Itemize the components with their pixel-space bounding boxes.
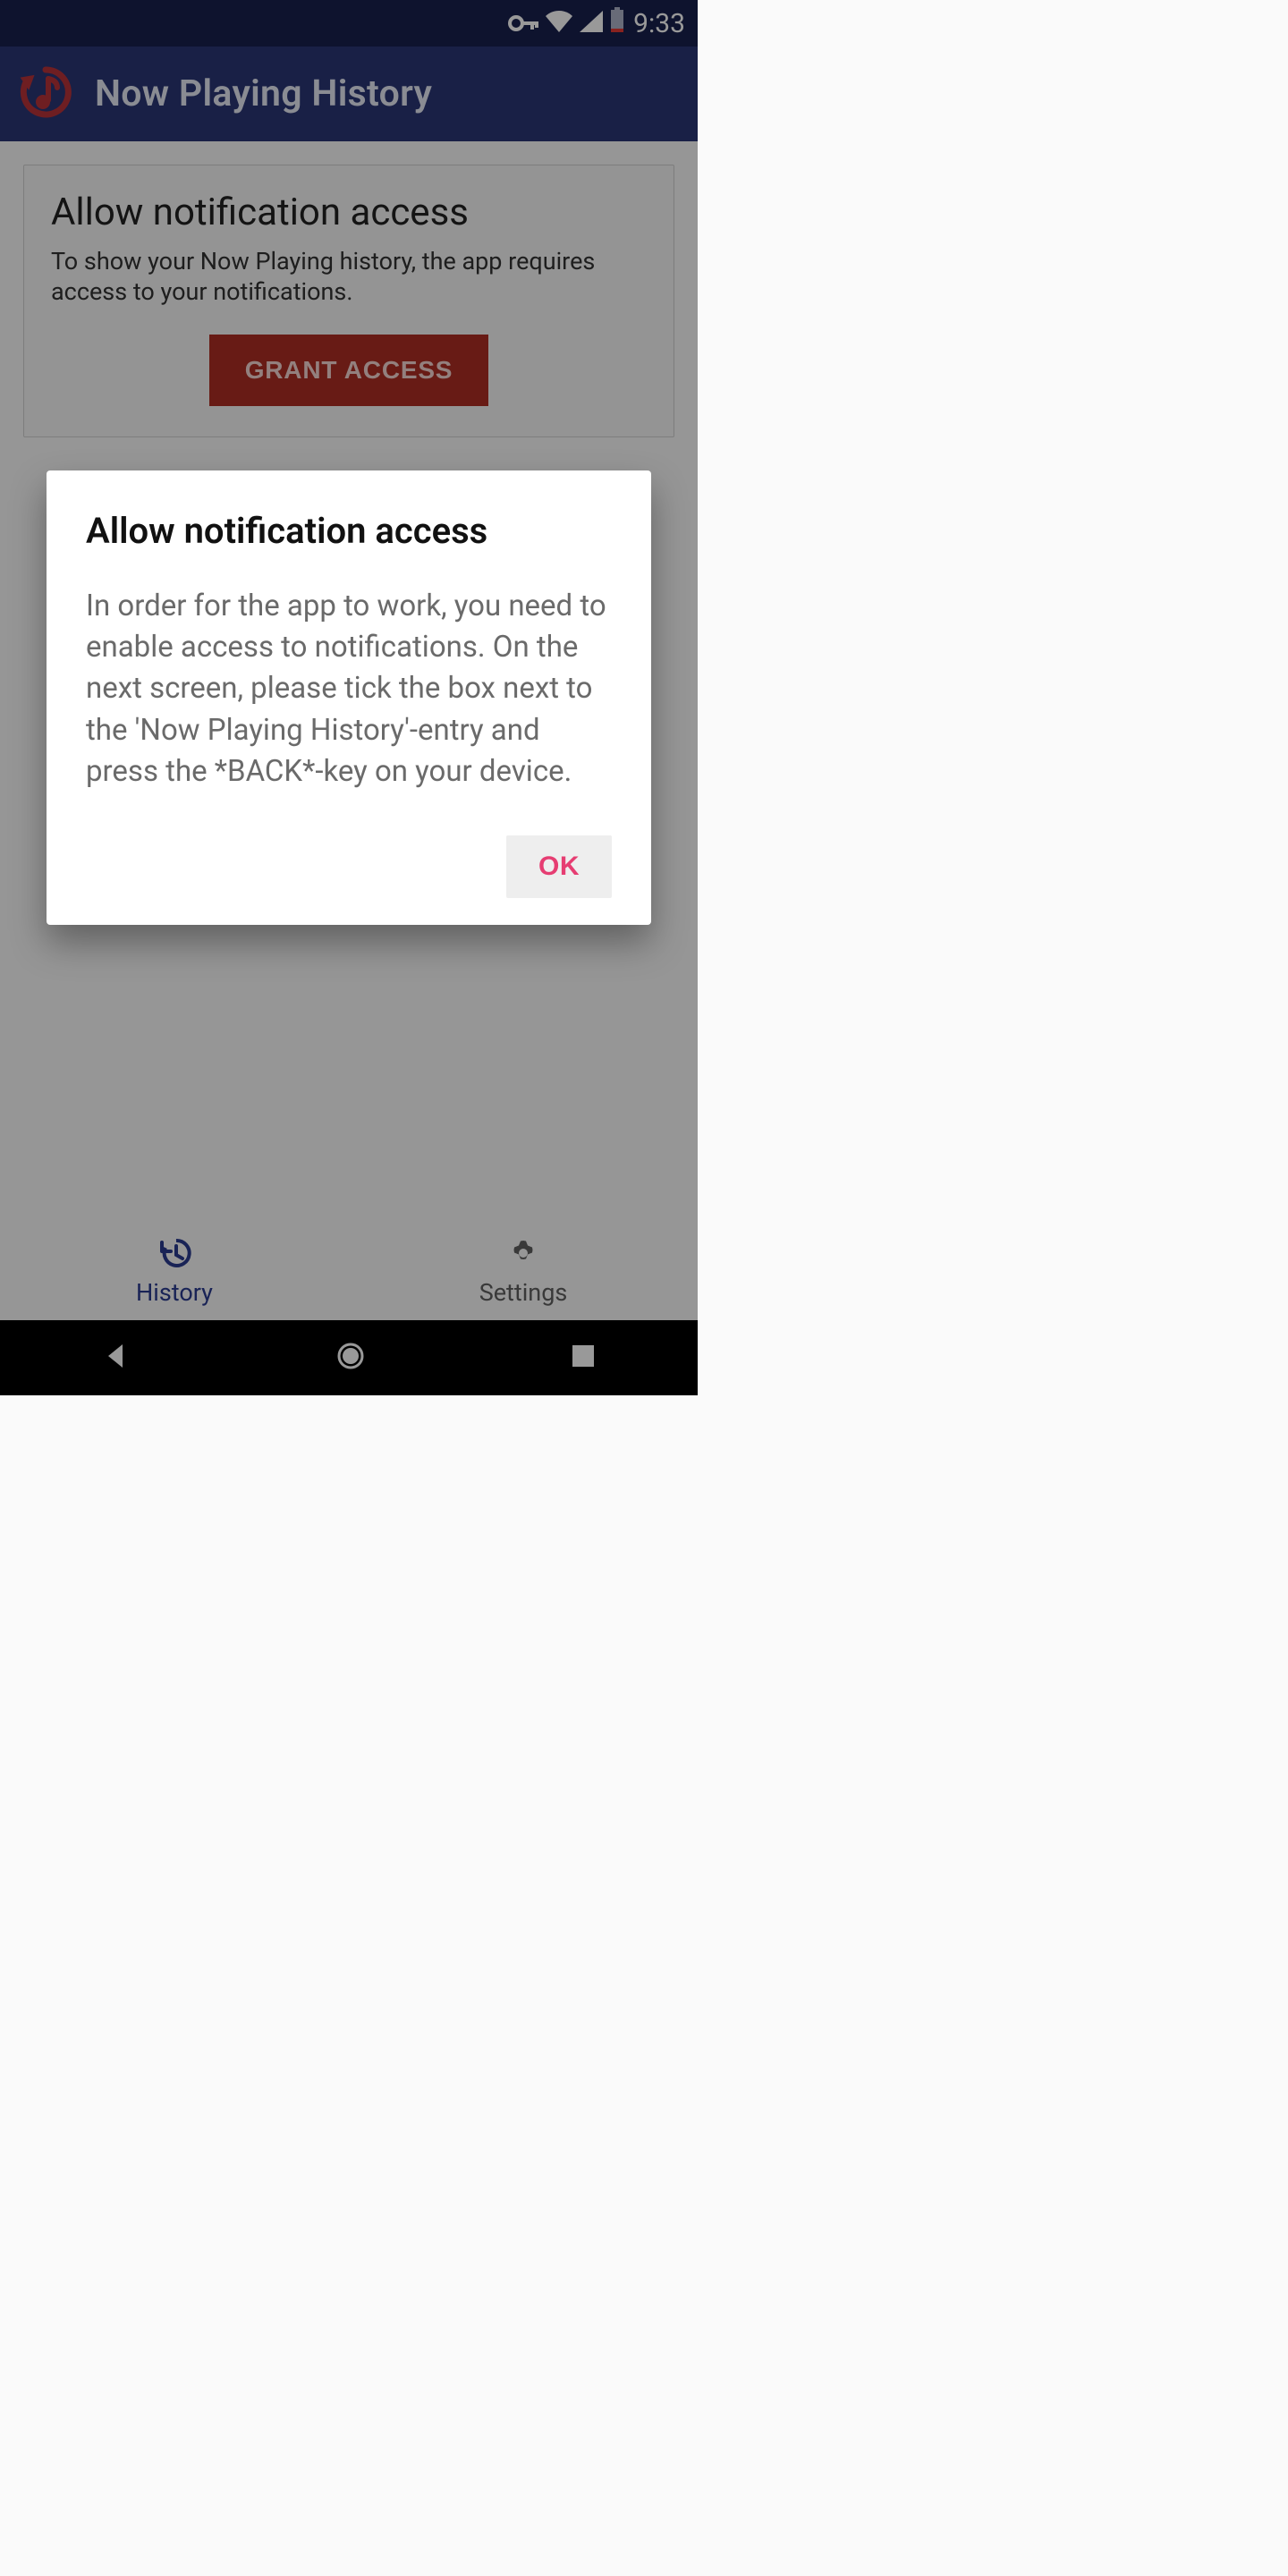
notification-access-dialog: Allow notification access In order for t… [47, 470, 651, 925]
dialog-ok-button[interactable]: OK [506, 835, 612, 898]
dialog-body: In order for the app to work, you need t… [86, 586, 612, 792]
dialog-scrim[interactable]: Allow notification access In order for t… [0, 0, 698, 1395]
dialog-title: Allow notification access [86, 510, 612, 552]
